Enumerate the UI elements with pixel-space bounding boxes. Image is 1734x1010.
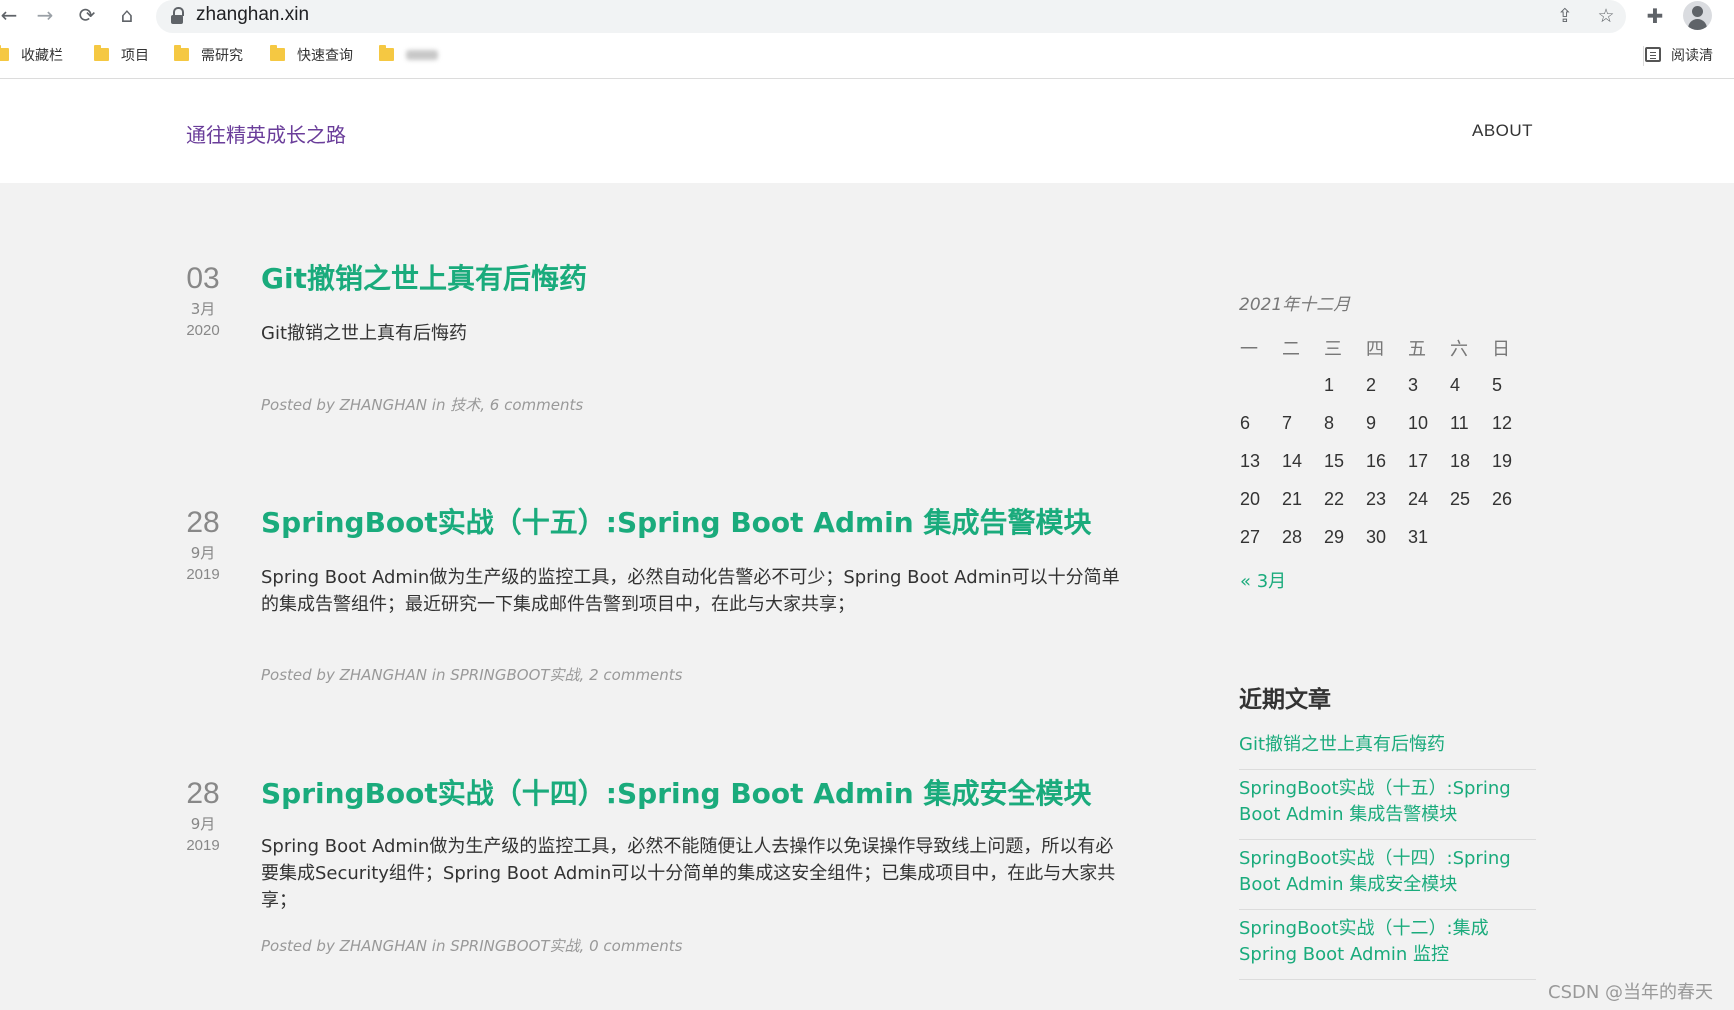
calendar-day: 26 — [1492, 488, 1513, 509]
calendar-caption: 2021年十二月 — [1239, 295, 1351, 315]
bookmark-blurred[interactable] — [379, 44, 438, 68]
calendar-day: 28 — [1282, 526, 1303, 547]
calendar-day: 9 — [1366, 412, 1377, 433]
folder-icon — [0, 45, 9, 61]
calendar-day — [1236, 366, 1278, 404]
blurred-label — [406, 50, 438, 60]
recent-posts-list: Git撤销之世上真有后悔药 SpringBoot实战（十五）:Spring Bo… — [1239, 728, 1536, 980]
reload-icon[interactable]: ⟳ — [74, 2, 100, 28]
folder-icon — [94, 45, 109, 61]
csdn-watermark: CSDN @当年的春天 — [1548, 982, 1714, 1003]
calendar-week-row: 20 21 22 23 24 25 26 — [1236, 480, 1530, 518]
calendar-day: 14 — [1282, 450, 1303, 471]
calendar-day: 10 — [1408, 412, 1429, 433]
profile-avatar-icon[interactable] — [1683, 1, 1712, 30]
recent-post-link[interactable]: SpringBoot实战（十五）:Spring Boot Admin 集成告警模… — [1239, 770, 1536, 840]
recent-posts-heading: 近期文章 — [1239, 687, 1331, 713]
post-date: 28 9月 2019 — [186, 777, 220, 854]
browser-toolbar: ← → ⟳ ⌂ zhanghan.xin ⇪ ☆ ✚ 收藏栏 项目 需研究 快速… — [0, 0, 1734, 79]
folder-icon — [379, 45, 394, 61]
calendar-day: 8 — [1324, 412, 1335, 433]
post-title-link[interactable]: Git撤销之世上真有后悔药 — [261, 262, 587, 296]
post-entry: 28 9月 2019 SpringBoot实战（十五）:Spring Boot … — [186, 506, 1126, 696]
calendar-day: 30 — [1366, 526, 1387, 547]
calendar-day: 13 — [1240, 450, 1261, 471]
post-meta[interactable]: Posted by ZHANGHAN in SPRINGBOOT实战, 2 co… — [261, 664, 683, 685]
calendar-day: 16 — [1366, 450, 1387, 471]
calendar-day — [1278, 366, 1320, 404]
post-excerpt: Spring Boot Admin做为生产级的监控工具，必然不能随便让人去操作以… — [261, 836, 1116, 911]
calendar-day: 6 — [1240, 412, 1251, 433]
calendar-day: 1 — [1324, 374, 1335, 395]
reading-list-button[interactable]: 阅读清 — [1645, 44, 1713, 68]
calendar-day: 3 — [1408, 374, 1419, 395]
nav-about-link[interactable]: ABOUT — [1472, 121, 1533, 141]
recent-post-link[interactable]: Git撤销之世上真有后悔药 — [1239, 728, 1536, 770]
toolbar-divider — [1643, 46, 1644, 66]
recent-post-link[interactable]: SpringBoot实战（十二）:集成 Spring Boot Admin 监控 — [1239, 910, 1536, 980]
calendar-week-row: 6 7 8 9 10 11 12 — [1236, 404, 1530, 442]
calendar-day: 2 — [1366, 374, 1377, 395]
calendar-day — [1488, 518, 1530, 556]
post-date: 28 9月 2019 — [186, 506, 220, 583]
calendar-day: 21 — [1282, 488, 1303, 509]
post-excerpt: Spring Boot Admin做为生产级的监控工具，必然自动化告警必不可少；… — [261, 567, 1120, 615]
home-icon[interactable]: ⌂ — [114, 2, 140, 28]
calendar-day: 22 — [1324, 488, 1345, 509]
calendar-weekday-row: 一 二 三 四 五 六 日 — [1240, 339, 1510, 360]
site-header: 通往精英成长之路 ABOUT — [0, 79, 1734, 183]
calendar-day: 25 — [1450, 488, 1471, 509]
calendar-day: 5 — [1492, 374, 1503, 395]
calendar-day: 17 — [1408, 450, 1429, 471]
calendar-day: 11 — [1450, 412, 1469, 433]
post-title-link[interactable]: SpringBoot实战（十五）:Spring Boot Admin 集成告警模… — [261, 506, 1091, 540]
post-meta[interactable]: Posted by ZHANGHAN in SPRINGBOOT实战, 0 co… — [261, 935, 683, 956]
calendar-week-row: 13 14 15 16 17 18 19 — [1236, 442, 1530, 480]
bookmark-projects[interactable]: 项目 — [94, 44, 149, 68]
lock-icon — [170, 7, 184, 25]
site-title-link[interactable]: 通往精英成长之路 — [186, 119, 346, 148]
extensions-icon[interactable]: ✚ — [1642, 3, 1668, 29]
address-bar[interactable]: zhanghan.xin ⇪ ☆ — [156, 0, 1626, 33]
calendar-day: 18 — [1450, 450, 1471, 471]
post-title-link[interactable]: SpringBoot实战（十四）:Spring Boot Admin 集成安全模… — [261, 777, 1091, 811]
calendar-prev-month-link[interactable]: « 3月 — [1240, 567, 1286, 593]
post-entry: 03 3月 2020 Git撤销之世上真有后悔药 Git撤销之世上真有后悔药 P… — [186, 262, 1126, 422]
calendar-day: 31 — [1408, 526, 1429, 547]
calendar-day: 27 — [1240, 526, 1261, 547]
calendar-week-row: 1 2 3 4 5 — [1236, 366, 1530, 404]
calendar-week-row: 27 28 29 30 31 — [1236, 518, 1530, 556]
calendar-day — [1446, 518, 1488, 556]
folder-icon — [270, 45, 285, 61]
calendar-day: 24 — [1408, 488, 1429, 509]
post-entry: 28 9月 2019 SpringBoot实战（十四）:Spring Boot … — [186, 777, 1126, 967]
calendar-day: 20 — [1240, 488, 1261, 509]
share-icon[interactable]: ⇪ — [1553, 4, 1577, 28]
recent-post-link[interactable]: SpringBoot实战（十四）:Spring Boot Admin 集成安全模… — [1239, 840, 1536, 910]
post-meta[interactable]: Posted by ZHANGHAN in 技术, 6 comments — [261, 394, 583, 415]
post-date: 03 3月 2020 — [186, 262, 220, 339]
calendar-day: 19 — [1492, 450, 1513, 471]
bookmark-favorites[interactable]: 收藏栏 — [0, 44, 63, 68]
back-icon[interactable]: ← — [0, 2, 22, 28]
forward-icon[interactable]: → — [32, 2, 58, 28]
calendar-day: 29 — [1324, 526, 1345, 547]
calendar-day: 7 — [1282, 412, 1293, 433]
bookmark-star-icon[interactable]: ☆ — [1594, 4, 1618, 28]
url-text[interactable]: zhanghan.xin — [196, 4, 309, 26]
calendar-day: 12 — [1492, 412, 1513, 433]
post-excerpt: Git撤销之世上真有后悔药 — [261, 323, 468, 344]
calendar-day: 23 — [1366, 488, 1387, 509]
bookmark-quick-search[interactable]: 快速查询 — [270, 44, 353, 68]
calendar-day: 15 — [1324, 450, 1345, 471]
calendar-day: 4 — [1450, 374, 1461, 395]
folder-icon — [174, 45, 189, 61]
bookmark-research[interactable]: 需研究 — [174, 44, 243, 68]
calendar-widget: 一 二 三 四 五 六 日 12345 6 7 8 9 10 11 12 13 14 15 16 1… — [1236, 330, 1530, 556]
reading-list-icon — [1645, 47, 1661, 62]
